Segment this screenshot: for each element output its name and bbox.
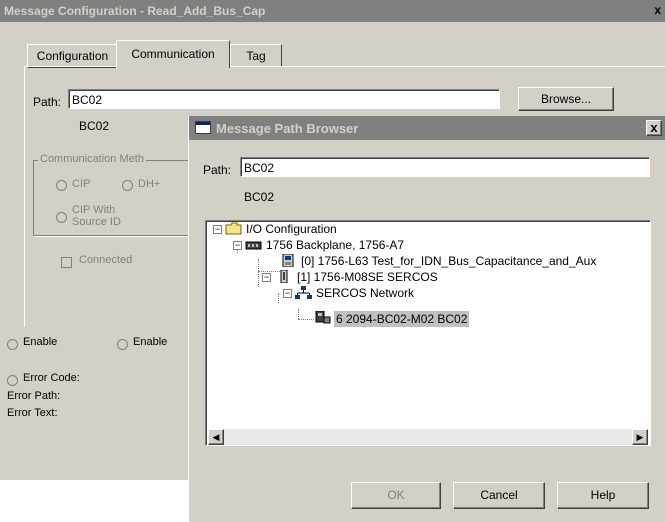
enable-indicator-2 <box>117 339 128 350</box>
tab-configuration[interactable]: Configuration <box>27 44 118 68</box>
network-icon <box>295 286 312 299</box>
browser-title-bar: Message Path Browser x <box>189 116 665 140</box>
tree-label: I/O Configuration <box>246 222 337 236</box>
browser-path-label: Path: <box>203 163 232 177</box>
error-code-label: Error Code: <box>23 372 80 384</box>
tree-node-sercos-network[interactable]: − SERCOS Network <box>206 285 646 301</box>
ok-button[interactable]: OK <box>351 482 441 509</box>
path-label: Path: <box>33 95 62 109</box>
tree-line <box>298 319 314 320</box>
dialog-title: Message Configuration - Read_Add_Bus_Cap <box>4 4 266 18</box>
folder-icon <box>225 222 242 235</box>
path-input[interactable]: BC02 <box>68 89 500 109</box>
error-path-label: Error Path: <box>7 390 61 402</box>
tree-label-selected: 6 2094-BC02-M02 BC02 <box>334 311 470 327</box>
radio-dh[interactable] <box>122 180 133 191</box>
tree-label: 1756 Backplane, 1756-A7 <box>266 238 405 252</box>
radio-dh-label: DH+ <box>138 178 161 190</box>
help-button[interactable]: Help <box>557 482 649 509</box>
enable-label-2: Enable <box>133 336 168 348</box>
error-text-label: Error Text: <box>7 407 58 419</box>
collapse-icon[interactable]: − <box>262 273 271 282</box>
tab-communication[interactable]: Communication <box>116 40 230 68</box>
scroll-right-button[interactable]: ▶ <box>632 429 648 445</box>
title-bar: Message Configuration - Read_Add_Bus_Cap… <box>0 0 665 22</box>
tree-label: SERCOS Network <box>316 286 415 300</box>
radio-cip-source-id-label: CIP With Source ID <box>72 204 121 228</box>
cancel-button[interactable]: Cancel <box>453 482 545 509</box>
tree-node-controller[interactable]: [0] 1756-L63 Test_for_IDN_Bus_Capacitanc… <box>206 253 646 269</box>
radio-cip-source-line2: Source ID <box>72 216 121 228</box>
collapse-icon[interactable]: − <box>283 289 292 298</box>
connected-checkbox[interactable] <box>61 257 72 268</box>
drive-icon <box>315 311 331 324</box>
path-resolved-text: BC02 <box>79 119 110 133</box>
collapse-icon[interactable]: − <box>213 225 222 234</box>
backplane-icon <box>245 241 262 250</box>
scroll-left-button[interactable]: ◀ <box>208 429 224 445</box>
tree-label: [1] 1756-M08SE SERCOS <box>297 270 438 284</box>
connected-label: Connected <box>79 254 133 266</box>
error-code-indicator <box>7 375 18 386</box>
enable-label-1: Enable <box>23 336 58 348</box>
tree-node-drive[interactable]: 6 2094-BC02-M02 BC02 <box>206 301 646 327</box>
module-icon <box>280 270 288 283</box>
tree-node-io-configuration[interactable]: − I/O Configuration <box>206 221 646 237</box>
collapse-icon[interactable]: − <box>233 241 242 250</box>
communication-method-legend: Communication Meth <box>38 153 146 165</box>
tree-label: [0] 1756-L63 Test_for_IDN_Bus_Capacitanc… <box>301 254 597 268</box>
radio-cip[interactable] <box>56 180 67 191</box>
window-icon <box>195 121 211 134</box>
radio-cip-source-id[interactable] <box>56 212 67 223</box>
close-icon[interactable]: x <box>646 120 662 136</box>
close-icon[interactable]: x <box>654 3 661 17</box>
message-path-browser-dialog: Message Path Browser x Path: BC02 BC02 −… <box>188 116 665 522</box>
tab-tag[interactable]: Tag <box>230 44 282 67</box>
horizontal-scrollbar[interactable]: ◀ ▶ <box>208 429 648 445</box>
tree-node-sercos-module[interactable]: − [1] 1756-M08SE SERCOS <box>206 269 646 285</box>
io-tree[interactable]: − I/O Configuration − 1756 Backplane, 17… <box>205 220 651 446</box>
radio-cip-label: CIP <box>72 178 91 190</box>
browser-path-resolved-text: BC02 <box>244 190 275 204</box>
tree-node-backplane[interactable]: − 1756 Backplane, 1756-A7 <box>206 237 646 253</box>
radio-cip-source-line1: CIP With <box>72 204 116 216</box>
browser-path-input[interactable]: BC02 <box>240 157 650 177</box>
browser-title: Message Path Browser <box>216 121 359 136</box>
enable-indicator-1 <box>7 339 18 350</box>
browse-button[interactable]: Browse... <box>518 87 614 111</box>
controller-icon <box>282 254 294 267</box>
